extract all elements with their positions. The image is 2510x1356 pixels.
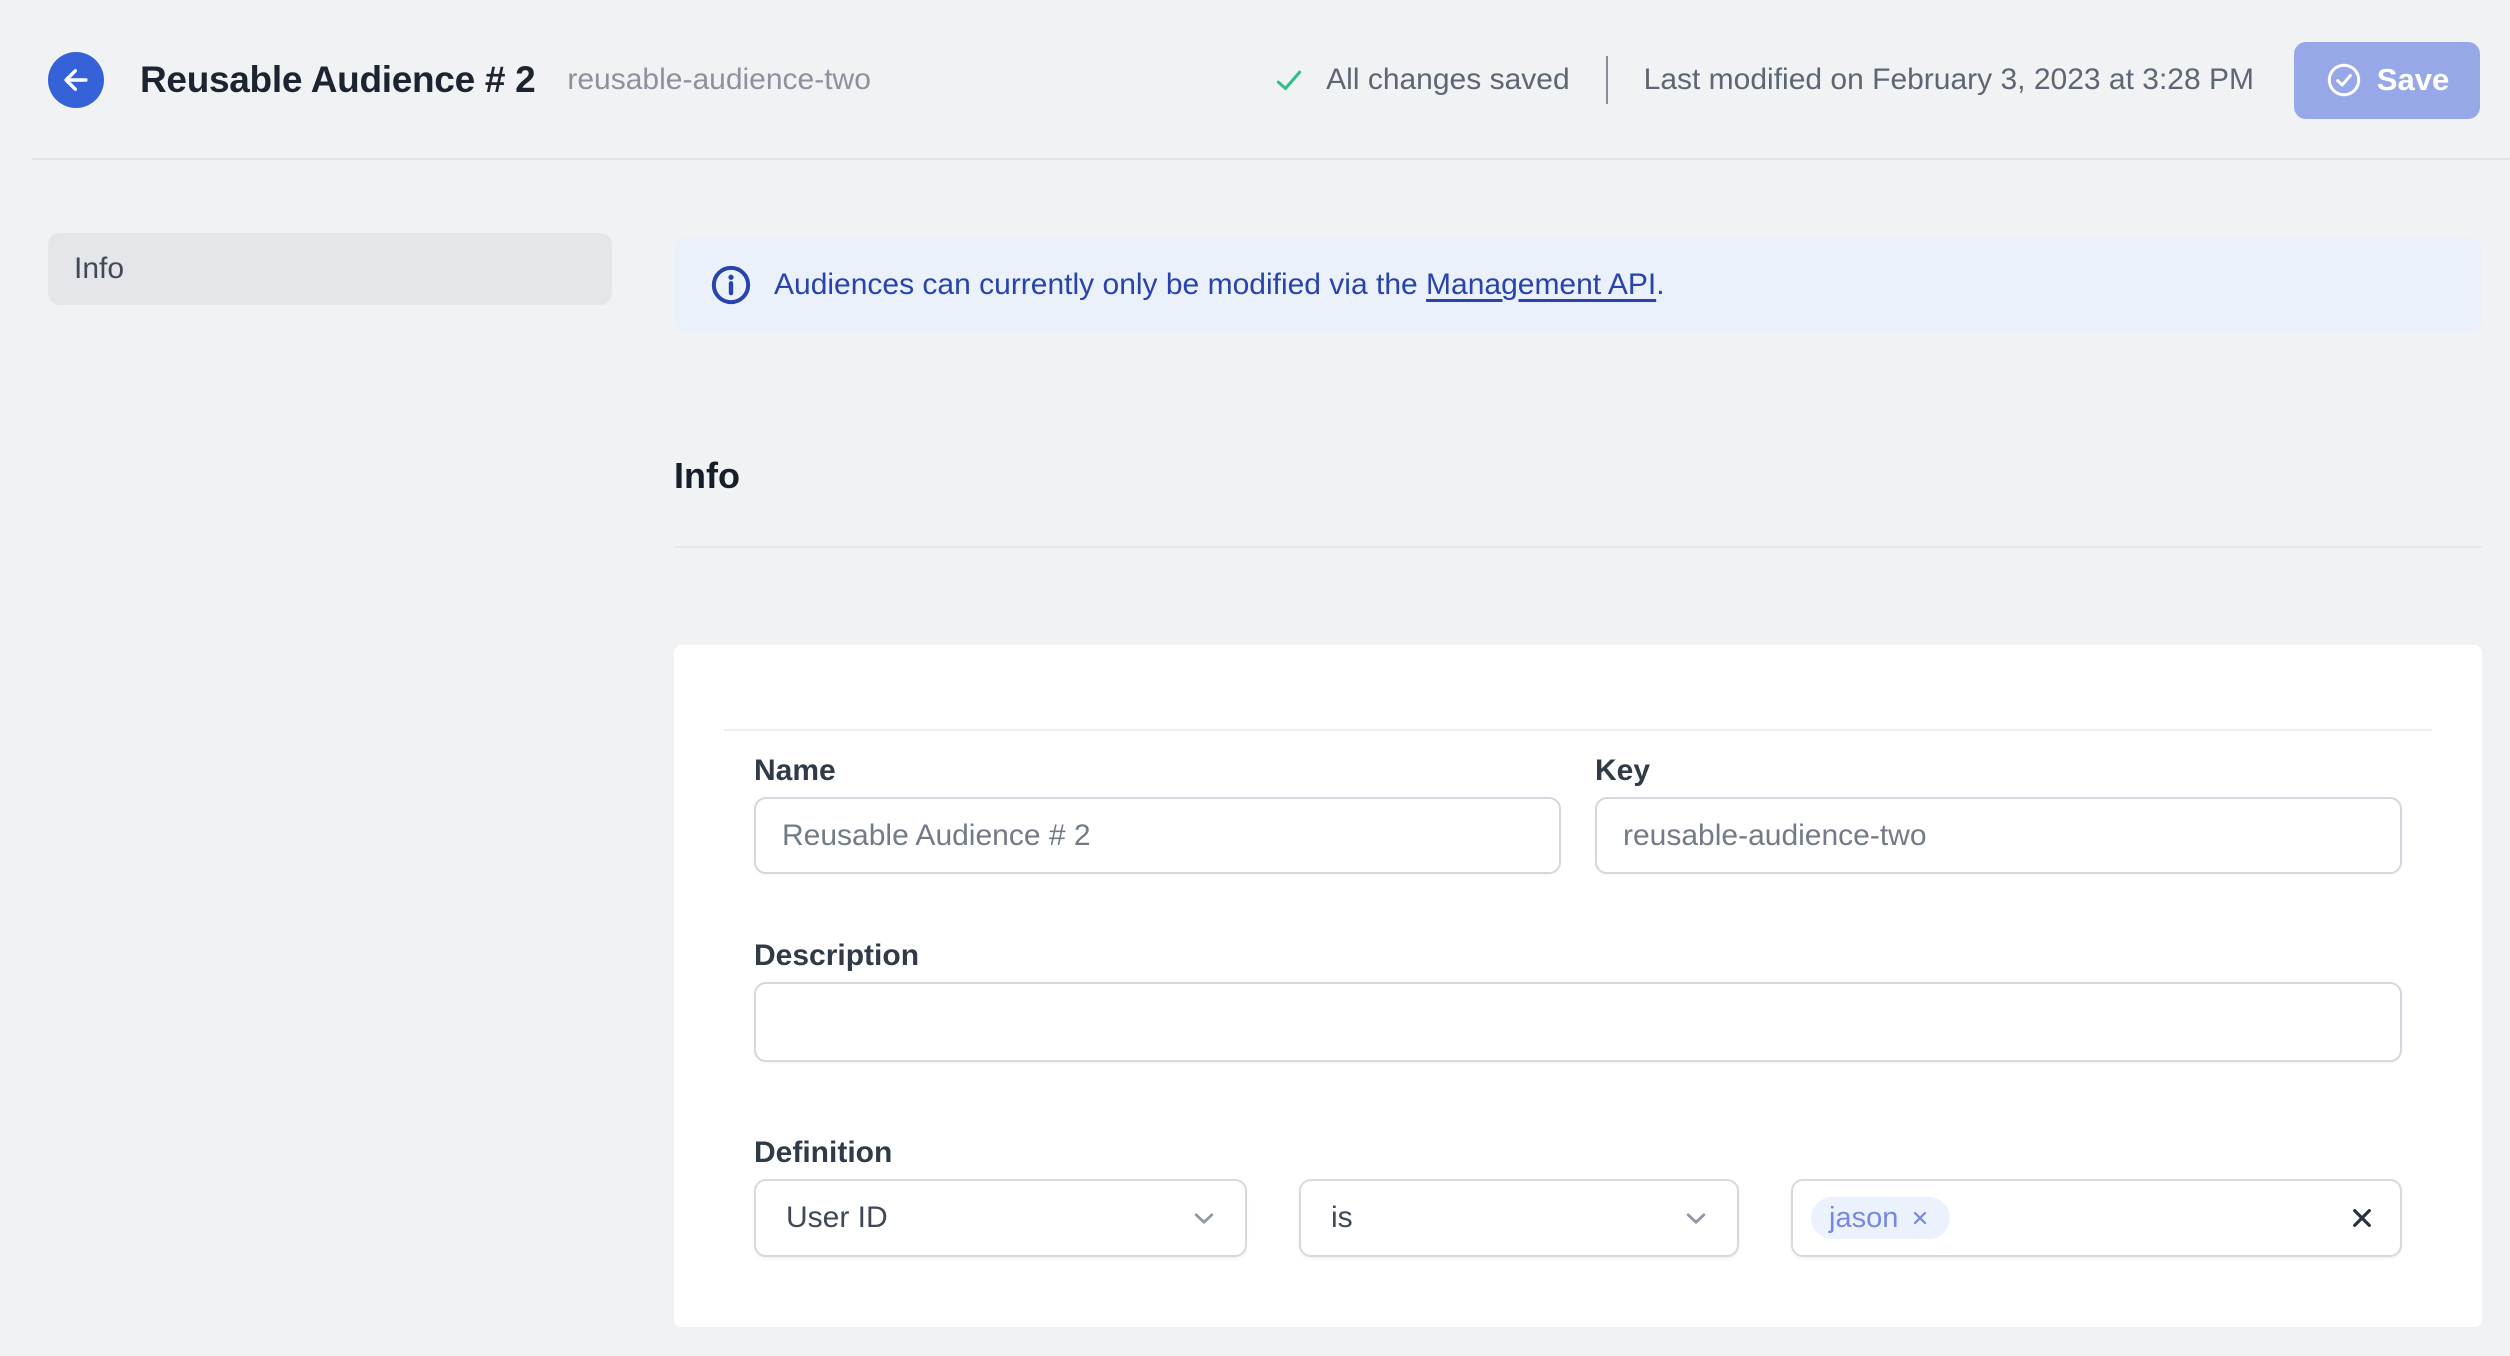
back-button[interactable] <box>48 52 104 108</box>
banner-text: Audiences can currently only be modified… <box>774 268 1427 301</box>
description-textarea[interactable] <box>754 982 2402 1062</box>
save-button[interactable]: Save <box>2294 41 2480 119</box>
page-slug: reusable-audience-two <box>567 63 871 96</box>
form-card: Name Key Description Definition <box>674 645 2482 1327</box>
name-label: Name <box>754 754 836 787</box>
page-title: Reusable Audience # 2 <box>140 59 536 100</box>
description-field: Description <box>754 936 2402 1067</box>
section-title: Info <box>674 455 740 496</box>
chevron-down-icon <box>1187 1201 1221 1235</box>
last-modified-text: Last modified on February 3, 2023 at 3:2… <box>1643 63 2254 96</box>
definition-field: Definition User ID is jason <box>754 1133 2402 1257</box>
clear-values-button[interactable] <box>2346 1202 2378 1234</box>
circle-check-icon <box>2325 61 2363 99</box>
value-chip-label: jason <box>1829 1201 1899 1234</box>
check-icon <box>1272 63 1306 97</box>
sidebar-item-info[interactable]: Info <box>48 233 612 305</box>
description-label: Description <box>754 939 920 972</box>
info-icon <box>710 264 752 306</box>
values-input[interactable]: jason <box>1791 1179 2402 1257</box>
section-divider <box>674 546 2482 548</box>
value-chip: jason <box>1811 1197 1951 1239</box>
x-icon <box>2346 1202 2378 1234</box>
operator-select[interactable]: is <box>1299 1179 1739 1257</box>
key-label: Key <box>1595 754 1651 787</box>
main-panel: Audiences can currently only be modified… <box>674 160 2482 1327</box>
key-field: Key <box>1595 751 2402 874</box>
page-header: Reusable Audience # 2 reusable-audience-… <box>0 0 2510 160</box>
save-button-label: Save <box>2376 62 2450 97</box>
content-area: Info Audiences can currently only be mod… <box>0 160 2510 1327</box>
property-select-value: User ID <box>786 1201 888 1234</box>
save-status-text: All changes saved <box>1326 63 1570 96</box>
sidebar: Info <box>0 160 674 1327</box>
management-api-link[interactable]: Management API <box>1426 268 1656 301</box>
banner-suffix: . <box>1656 268 1665 301</box>
property-select[interactable]: User ID <box>754 1179 1247 1257</box>
card-top-divider <box>724 729 2432 731</box>
name-field: Name <box>754 751 1561 874</box>
definition-label: Definition <box>754 1136 893 1169</box>
banner-message: Audiences can currently only be modified… <box>774 268 1665 302</box>
save-status: All changes saved <box>1272 63 1570 97</box>
name-input[interactable] <box>754 797 1561 874</box>
chevron-down-icon <box>1679 1201 1713 1235</box>
header-actions: All changes saved Last modified on Febru… <box>1272 41 2480 119</box>
operator-select-value: is <box>1331 1201 1353 1234</box>
remove-tag-icon[interactable] <box>1908 1206 1932 1230</box>
sidebar-item-label: Info <box>74 252 125 285</box>
header-divider <box>1605 56 1608 104</box>
key-input[interactable] <box>1595 797 2402 874</box>
info-banner: Audiences can currently only be modified… <box>674 237 2482 333</box>
arrow-left-icon <box>59 63 93 97</box>
